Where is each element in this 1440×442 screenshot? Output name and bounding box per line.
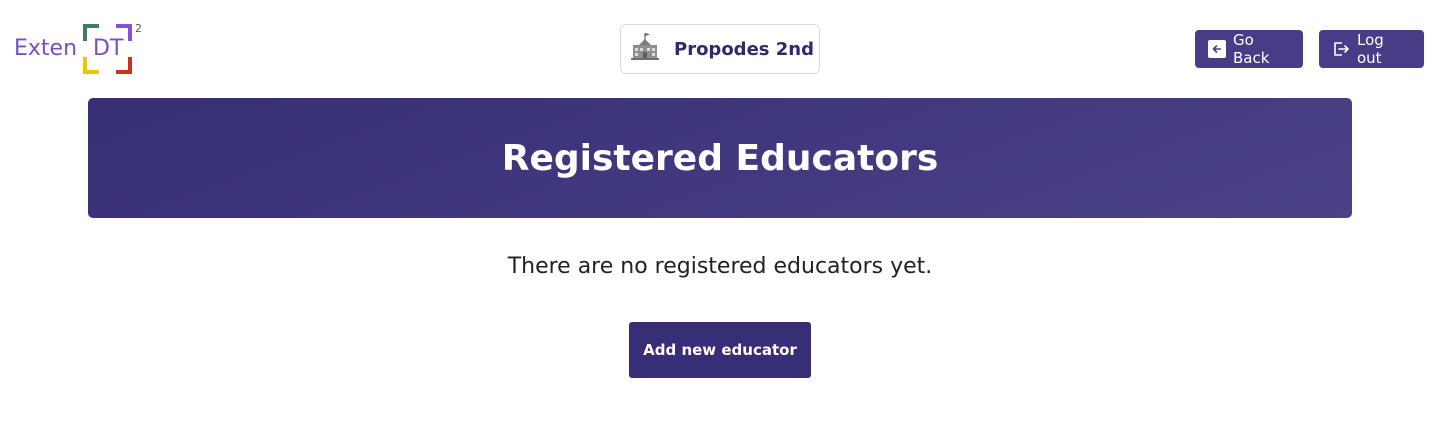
go-back-label: Go Back [1233,31,1270,67]
school-chip: Propodes 2nd [620,24,820,74]
school-name: Propodes 2nd [674,38,814,60]
logo-text-dt: DT [93,36,124,61]
logo-superscript: 2 [135,22,142,35]
page-title: Registered Educators [501,137,939,179]
empty-state-message: There are no registered educators yet. [507,254,933,279]
go-back-button[interactable]: Go Back [1195,30,1303,68]
add-educator-button[interactable]: Add new educator [629,322,811,378]
logout-icon [1331,39,1351,59]
page: Exten DT 2 Propodes 2nd Go Back Log out … [0,0,1440,442]
logout-label: Log out [1357,31,1384,67]
logout-button[interactable]: Log out [1319,30,1424,68]
arrow-left-icon [1207,39,1227,59]
page-banner: Registered Educators [88,98,1352,218]
app-logo[interactable]: Exten DT 2 [14,22,146,76]
school-building-icon [629,31,661,67]
logo-text-exten: Exten [14,36,78,61]
